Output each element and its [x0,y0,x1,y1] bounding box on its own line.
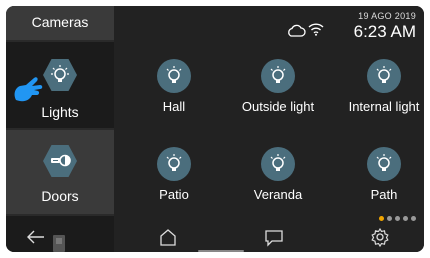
chat-icon[interactable] [262,226,286,248]
tile-label: Veranda [253,187,303,202]
page-dot-active[interactable] [379,216,384,221]
bulb-icon [43,59,77,91]
bulb-icon [367,147,401,181]
wifi-icon [308,23,324,36]
door-key-icon [43,145,77,177]
sidebar-item-cameras[interactable]: Cameras [6,6,114,40]
device-screen: Cameras Lights Doors 19 AGO 2019 6:23 AM… [6,6,424,252]
back-arrow-icon[interactable] [24,226,48,248]
tap-hand-icon [14,77,43,102]
gear-icon[interactable] [368,226,392,248]
bulb-icon [157,59,191,93]
page-dot[interactable] [411,216,416,221]
main-panel: 19 AGO 2019 6:23 AM Hall Outside light I… [114,6,424,252]
page-dot[interactable] [403,216,408,221]
tile-label: Outside light [241,99,315,114]
bulb-icon [261,147,295,181]
date-label: 19 AGO 2019 [358,11,416,21]
home-icon[interactable] [156,226,180,248]
bulb-icon [367,59,401,93]
status-bar: 19 AGO 2019 6:23 AM [286,10,416,42]
cloud-icon [288,24,306,37]
sidebar-item-label: Lights [41,104,79,120]
clock-label: 6:23 AM [353,22,416,41]
page-dot[interactable] [387,216,392,221]
page-dot[interactable] [395,216,400,221]
tile-label: Hall [162,99,186,114]
sidebar: Cameras Lights Doors [6,6,114,252]
home-indicator-bar [198,250,244,252]
bottom-nav [6,222,424,252]
tile-label: Path [370,187,398,202]
tile-label: Patio [159,187,189,202]
tile-label: Internal light [348,99,420,114]
sidebar-item-label: Cameras [31,14,89,30]
sidebar-item-label: Doors [41,188,79,204]
bulb-icon [261,59,295,93]
sidebar-item-doors[interactable]: Doors [6,130,114,214]
bulb-icon [157,147,191,181]
